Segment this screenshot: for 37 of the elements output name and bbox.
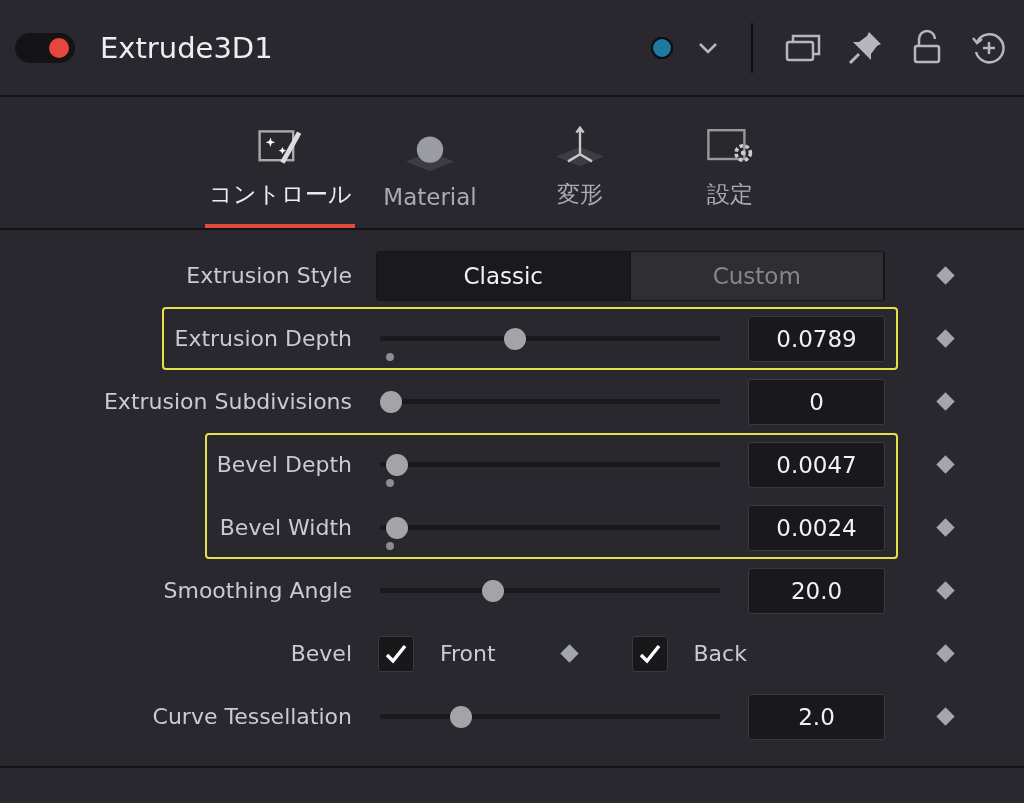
tab[interactable]: 変形 [505, 97, 655, 228]
parameter-label: Extrusion Subdivisions [103, 388, 352, 416]
slider-thumb[interactable] [449, 705, 472, 728]
parameter-label: Curve Tessellation [152, 703, 352, 731]
parameter-label: Bevel Depth [216, 451, 352, 479]
parameter-label: Extrusion Depth [174, 325, 352, 353]
checkbox-label: Back [693, 641, 748, 666]
color-dot[interactable] [651, 36, 673, 59]
slider-thumb[interactable] [386, 516, 409, 539]
tab-label: 変形 [557, 180, 603, 209]
value-field[interactable]: 2.0 [748, 693, 885, 740]
value-field[interactable]: 0.0024 [748, 504, 885, 551]
checkbox[interactable] [378, 635, 414, 672]
parameter-label: Bevel Width [218, 514, 352, 542]
tab-label: Material [383, 184, 477, 210]
tab[interactable]: コントロール [205, 97, 355, 228]
slider-thumb[interactable] [504, 327, 526, 350]
enable-toggle[interactable] [15, 32, 75, 63]
parameter-label: Bevel [289, 640, 352, 668]
value-field[interactable]: 0.0047 [748, 441, 885, 488]
value-field[interactable]: 20.0 [748, 567, 885, 614]
parameter-label: Smoothing Angle [162, 577, 352, 605]
checkbox-label: Front [440, 641, 497, 666]
slider-thumb[interactable] [481, 579, 504, 602]
segment-option[interactable]: Custom [630, 251, 884, 300]
slider-thumb[interactable] [386, 453, 409, 476]
value-field[interactable]: 0 [748, 378, 885, 425]
tab-label: 設定 [707, 180, 753, 209]
value-field[interactable]: 0.0789 [748, 315, 885, 362]
tab-label: コントロール [208, 180, 352, 209]
node-title: Extrude3D1 [100, 30, 274, 65]
slider-thumb[interactable] [380, 390, 402, 413]
segment-option[interactable]: Classic [377, 251, 631, 300]
checkbox[interactable] [631, 635, 668, 672]
tab[interactable]: Material [355, 97, 505, 228]
tab[interactable]: 設定 [655, 97, 805, 228]
parameter-label: Extrusion Style [186, 262, 352, 290]
